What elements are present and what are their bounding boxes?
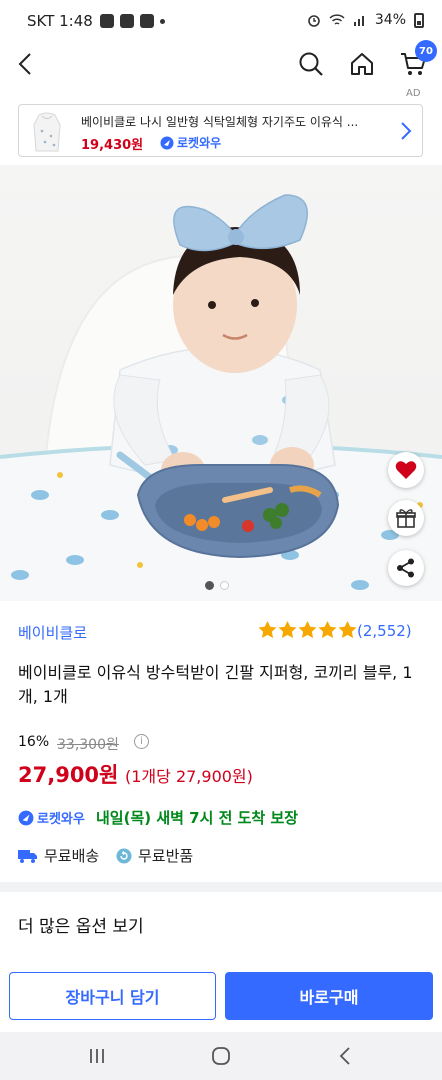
gift-icon <box>396 509 416 528</box>
bottom-action-bar: 장바구니 담기 바로구매 <box>0 962 442 1032</box>
add-to-cart-button[interactable]: 장바구니 담기 <box>9 972 216 1020</box>
alarm-icon <box>308 15 320 27</box>
delivery-eta: 내일(목) 새벽 7시 전 도착 보장 <box>96 809 299 827</box>
original-price: 33,300원 <box>57 737 119 753</box>
unit-price: (1개당 27,900원) <box>125 767 253 786</box>
wishlist-button[interactable] <box>388 452 424 488</box>
free-return: 무료반품 <box>116 845 193 866</box>
chevron-right-icon <box>401 122 412 140</box>
back-button[interactable] <box>6 44 46 84</box>
ad-banner[interactable]: 베이비클로 나시 일반형 식탁일체형 자기주도 이유식 ... 19,430원 … <box>18 104 423 157</box>
home-circle-icon <box>212 1047 230 1065</box>
carrier-time: SKT 1:48 <box>27 12 93 30</box>
free-shipping: 무료배송 <box>18 845 99 866</box>
star-icon <box>338 621 357 639</box>
home-button[interactable] <box>342 44 382 84</box>
star-icon <box>258 621 277 639</box>
truck-icon <box>18 849 37 863</box>
wifi-icon <box>329 14 345 25</box>
more-options-heading[interactable]: 더 많은 옵션 보기 <box>18 912 144 937</box>
chevron-left-icon <box>18 53 31 75</box>
home-icon <box>351 53 373 75</box>
sale-price: 27,900원 <box>18 763 119 787</box>
pager-dot-active[interactable] <box>205 581 214 590</box>
star-icon <box>278 621 297 639</box>
cart-count-badge: 70 <box>415 40 437 62</box>
naver-icon <box>120 14 134 28</box>
discount-rate: 16% <box>18 734 50 750</box>
notification-icons <box>100 14 165 28</box>
review-count-link[interactable]: (2,552) <box>357 622 412 640</box>
rating-stars[interactable] <box>258 621 357 639</box>
info-icon[interactable]: i <box>134 734 149 749</box>
image-pager <box>205 581 229 590</box>
rocket-icon <box>18 810 34 825</box>
search-button[interactable] <box>291 44 331 84</box>
link-icon <box>100 14 114 28</box>
star-icon <box>318 621 337 639</box>
ad-title: 베이비클로 나시 일반형 식탁일체형 자기주도 이유식 ... <box>81 115 359 129</box>
recent-apps-icon <box>90 1049 104 1063</box>
battery-icon <box>414 12 424 28</box>
ad-rocket-badge: 로켓와우 <box>160 134 221 151</box>
rocket-icon <box>160 136 174 149</box>
heart-icon <box>395 461 417 479</box>
pager-dot[interactable] <box>220 581 229 590</box>
recent-apps-button[interactable] <box>77 1040 117 1072</box>
product-image-gallery[interactable] <box>0 165 442 601</box>
gift-button[interactable] <box>388 500 424 536</box>
product-title: 베이비클로 이유식 방수턱받이 긴팔 지퍼형, 코끼리 블루, 1개, 1개 <box>18 663 413 706</box>
top-nav <box>0 44 442 88</box>
brand-link[interactable]: 베이비클로 <box>18 622 87 643</box>
home-nav-button[interactable] <box>201 1040 241 1072</box>
star-icon <box>298 621 317 639</box>
ad-label: AD <box>406 88 421 99</box>
section-divider <box>0 882 442 892</box>
share-button[interactable] <box>388 550 424 586</box>
status-bar: SKT 1:48 34% <box>0 0 442 44</box>
return-icon <box>116 848 132 863</box>
more-dot-icon <box>160 18 165 24</box>
system-icons: 34% <box>307 12 424 28</box>
share-icon <box>397 558 414 578</box>
rocket-wow-badge: 로켓와우 <box>18 808 85 827</box>
product-photo <box>0 194 442 601</box>
chevron-left-icon <box>339 1047 350 1065</box>
signal-icon <box>353 16 364 26</box>
chat-icon <box>140 14 154 28</box>
system-nav-bar <box>0 1032 442 1080</box>
search-icon <box>299 52 323 76</box>
buy-now-button[interactable]: 바로구매 <box>225 972 433 1020</box>
ad-product-thumbnail <box>33 112 61 152</box>
battery-text: 34% <box>374 12 406 28</box>
back-nav-button[interactable] <box>325 1040 365 1072</box>
ad-price: 19,430원 <box>81 138 144 153</box>
